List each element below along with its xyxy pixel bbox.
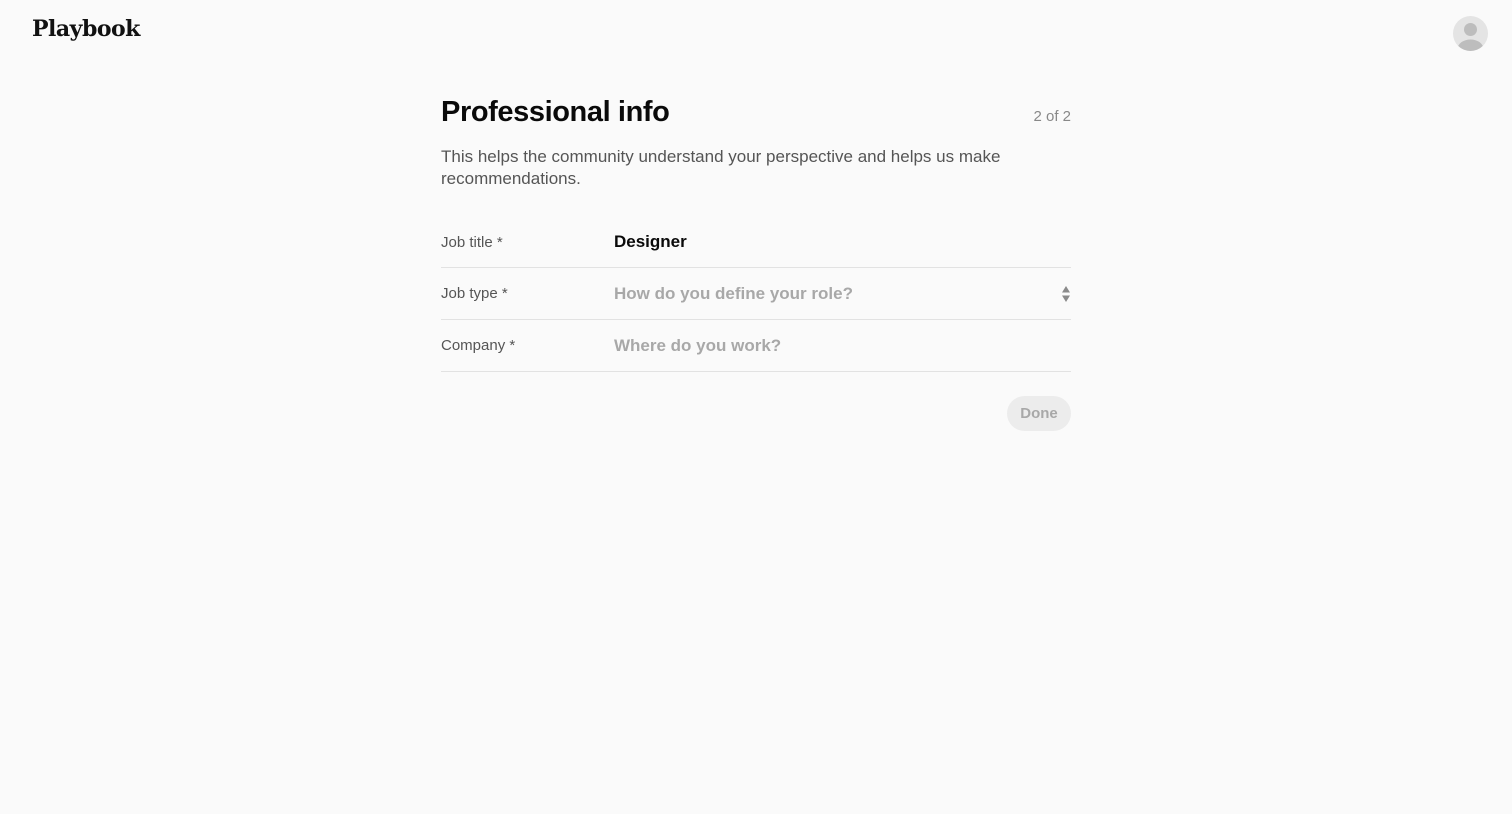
select-arrows-icon[interactable] <box>1061 285 1071 303</box>
user-avatar-icon[interactable] <box>1453 16 1488 51</box>
job-type-select[interactable]: How do you define your role? <box>614 279 1071 309</box>
professional-info-form-container: Professional info 2 of 2 This helps the … <box>441 96 1071 431</box>
top-bar: Playbook <box>0 0 1512 66</box>
page-description: This helps the community understand your… <box>441 147 1001 188</box>
job-title-input[interactable] <box>614 227 1071 257</box>
company-row: Company * <box>441 320 1071 372</box>
job-title-label: Job title * <box>441 233 503 251</box>
job-title-row: Job title * <box>441 217 1071 268</box>
professional-info-form: Job title * Job type * How do you define… <box>441 217 1071 372</box>
step-indicator: 2 of 2 <box>1033 108 1071 125</box>
done-button[interactable]: Done <box>1007 396 1071 431</box>
playbook-logo[interactable]: Playbook <box>32 16 140 42</box>
job-type-label: Job type * <box>441 285 508 302</box>
job-type-row[interactable]: Job type * How do you define your role? <box>441 268 1071 320</box>
page-title: Professional info <box>441 96 670 128</box>
company-label: Company * <box>441 337 516 354</box>
company-input[interactable] <box>614 330 1071 361</box>
title-row: Professional info 2 of 2 <box>441 96 1071 136</box>
form-actions: Done <box>441 396 1071 431</box>
